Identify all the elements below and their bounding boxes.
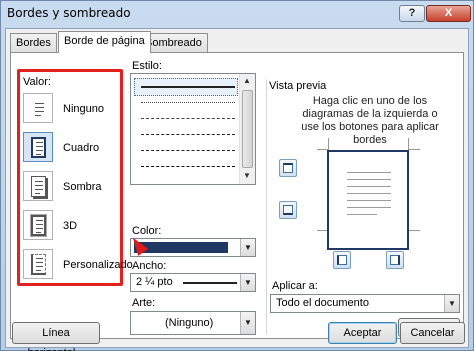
section-divider bbox=[266, 79, 267, 334]
arte-label: Arte: bbox=[132, 297, 156, 309]
color-dropdown[interactable]: ▼ bbox=[130, 238, 256, 257]
estilo-label: Estilo: bbox=[132, 60, 162, 72]
aplicar-value: Todo el documento bbox=[276, 297, 369, 309]
border-right-icon bbox=[390, 255, 400, 265]
ancho-label: Ancho: bbox=[132, 260, 167, 272]
page-preview[interactable] bbox=[327, 150, 409, 250]
preview-corner-mark bbox=[317, 138, 329, 150]
page-box-icon bbox=[31, 137, 46, 158]
ancho-value: 2 ¼ pto bbox=[136, 276, 173, 288]
dialog-window: Bordes y sombreado ? X Bordes Borde de p… bbox=[0, 0, 474, 351]
estilo-solid[interactable] bbox=[141, 86, 235, 88]
dialog-title: Bordes y sombreado bbox=[7, 6, 131, 20]
arte-value: (Ninguno) bbox=[165, 317, 214, 329]
color-swatch bbox=[134, 242, 228, 253]
dialog-body: Bordes Borde de página Sombreado Valor: … bbox=[5, 28, 469, 351]
estilo-dash-dot[interactable] bbox=[141, 150, 235, 151]
valor-option-cuadro[interactable] bbox=[23, 132, 53, 162]
border-top-button[interactable] bbox=[279, 159, 297, 177]
linea-horizontal-button[interactable]: Línea horizontal... bbox=[12, 322, 100, 351]
valor-option-3d[interactable] bbox=[23, 210, 53, 240]
help-button[interactable]: ? bbox=[399, 5, 425, 22]
vista-previa-title: Vista previa bbox=[269, 80, 327, 92]
aplicar-label: Aplicar a: bbox=[272, 280, 318, 292]
border-bottom-button[interactable] bbox=[279, 201, 297, 219]
aceptar-button[interactable]: Aceptar bbox=[328, 322, 397, 344]
page-none-icon bbox=[31, 98, 46, 119]
ancho-line-sample bbox=[183, 282, 237, 284]
scroll-down-icon[interactable]: ▼ bbox=[243, 171, 251, 180]
title-bar[interactable]: Bordes y sombreado ? X bbox=[1, 1, 473, 27]
valor-ninguno-label: Ninguno bbox=[63, 103, 104, 115]
estilo-list[interactable]: ▲ ▼ bbox=[130, 73, 256, 185]
valor-sombra-label: Sombra bbox=[63, 181, 102, 193]
valor-option-ninguno[interactable] bbox=[23, 93, 53, 123]
valor-3d-label: 3D bbox=[63, 220, 78, 232]
valor-label: Valor: bbox=[23, 76, 51, 88]
estilo-scrollbar[interactable]: ▲ ▼ bbox=[239, 74, 255, 184]
chevron-down-icon[interactable]: ▼ bbox=[240, 274, 255, 291]
page-3d-icon bbox=[30, 214, 47, 237]
estilo-dotted[interactable] bbox=[141, 102, 235, 103]
tab-panel: Valor: Ninguno Cuadro Sombra 3D Personal… bbox=[10, 52, 464, 339]
arte-dropdown[interactable]: (Ninguno) ▼ bbox=[130, 311, 256, 335]
tab-bordes[interactable]: Bordes bbox=[10, 33, 57, 52]
close-button[interactable]: X bbox=[426, 5, 471, 22]
border-top-icon bbox=[283, 163, 293, 173]
valor-cuadro-label: Cuadro bbox=[63, 142, 100, 154]
estilo-dashed-long[interactable] bbox=[141, 166, 235, 167]
chevron-down-icon[interactable]: ▼ bbox=[444, 295, 459, 312]
chevron-down-icon[interactable]: ▼ bbox=[240, 312, 255, 334]
aplicar-dropdown[interactable]: Todo el documento ▼ bbox=[270, 294, 460, 313]
valor-option-sombra[interactable] bbox=[23, 171, 53, 201]
page-shadow-icon bbox=[31, 176, 46, 197]
tab-borde-de-pagina[interactable]: Borde de página bbox=[58, 31, 151, 53]
scroll-thumb[interactable] bbox=[242, 90, 253, 168]
scroll-up-icon[interactable]: ▲ bbox=[243, 76, 251, 85]
chevron-down-icon[interactable]: ▼ bbox=[240, 239, 255, 256]
estilo-dashed-medium[interactable] bbox=[141, 134, 235, 135]
cancelar-button[interactable]: Cancelar bbox=[400, 322, 465, 344]
valor-personalizado-label: Personalizado bbox=[63, 259, 133, 271]
border-left-icon bbox=[337, 255, 347, 265]
border-left-button[interactable] bbox=[333, 251, 351, 269]
ancho-dropdown[interactable]: 2 ¼ pto ▼ bbox=[130, 273, 256, 292]
page-custom-icon bbox=[31, 254, 46, 275]
border-right-button[interactable] bbox=[386, 251, 404, 269]
valor-option-personalizado[interactable] bbox=[23, 249, 53, 279]
preview-corner-mark bbox=[408, 138, 420, 150]
estilo-dashed-small[interactable] bbox=[141, 118, 235, 119]
border-bottom-icon bbox=[283, 205, 293, 215]
preview-corner-mark bbox=[408, 230, 420, 242]
